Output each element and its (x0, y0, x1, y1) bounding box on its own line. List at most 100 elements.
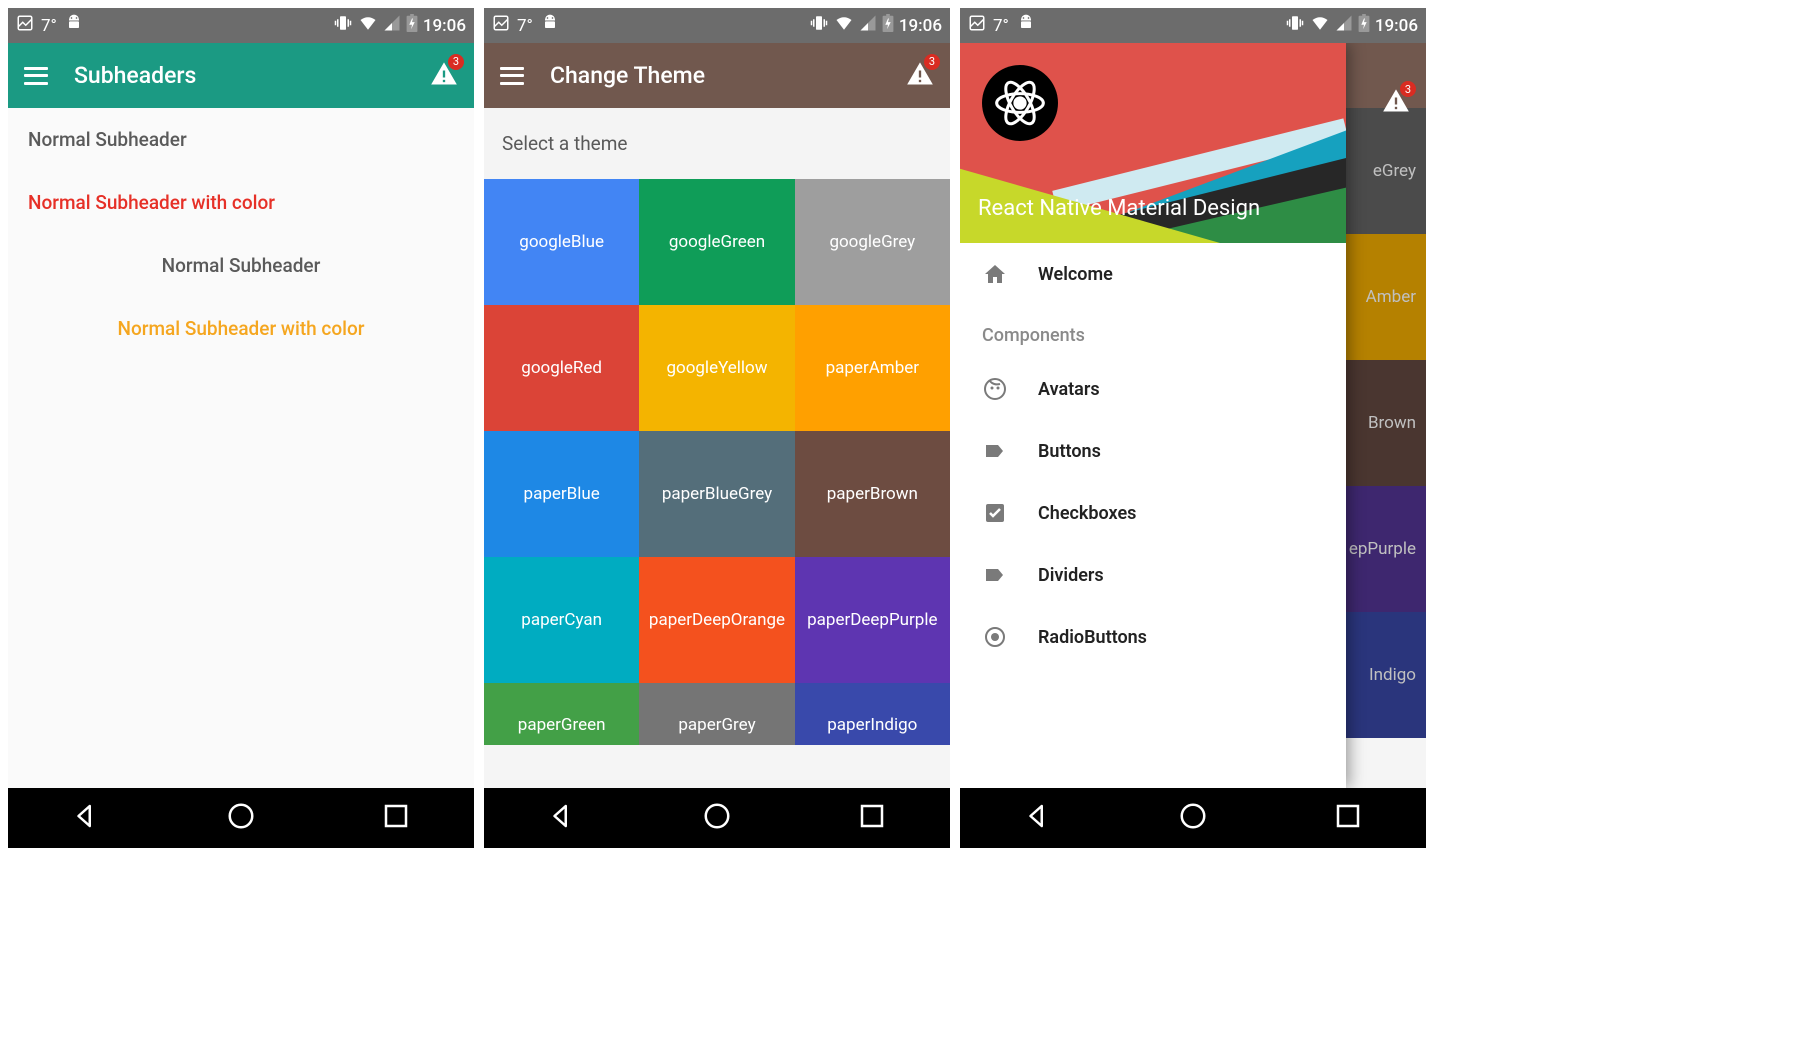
clock: 19:06 (1375, 16, 1418, 36)
clock: 19:06 (899, 16, 942, 36)
wifi-icon (358, 14, 378, 37)
home-icon[interactable] (226, 801, 256, 835)
page-title: Change Theme (550, 62, 880, 89)
recent-icon[interactable] (857, 801, 887, 835)
theme-paperDeepPurple[interactable]: paperDeepPurple (795, 557, 950, 683)
home-icon[interactable] (702, 801, 732, 835)
navigation-drawer: React Native Material Design Welcome Com… (960, 43, 1346, 788)
image-icon (16, 14, 34, 37)
select-theme-label: Select a theme (484, 108, 950, 179)
theme-googleGreen[interactable]: googleGreen (639, 179, 794, 305)
statusbar: 7° 19:06 (960, 8, 1426, 43)
back-icon[interactable] (71, 801, 101, 835)
home-icon[interactable] (1178, 801, 1208, 835)
subheader-normal: Normal Subheader (8, 108, 474, 171)
temperature: 7° (41, 16, 57, 36)
home-icon (982, 261, 1008, 287)
temperature: 7° (993, 16, 1009, 36)
drawer-header: React Native Material Design (960, 43, 1346, 243)
android-icon (1016, 13, 1036, 38)
drawer-subheader-components: Components (960, 305, 1346, 358)
drawer-item-checkboxes[interactable]: Checkboxes (960, 482, 1346, 544)
navbar (960, 788, 1426, 848)
drawer-item-label: Avatars (1038, 379, 1100, 400)
vibrate-icon (1285, 14, 1305, 37)
screen-change-theme: 7° 19:06 Change Theme 3 Select a theme g… (484, 8, 950, 848)
content: eGreyAmberBrownepPurpleIndigo 3 (960, 43, 1426, 788)
clock: 19:06 (423, 16, 466, 36)
android-icon (540, 13, 560, 38)
drawer-item-avatars[interactable]: Avatars (960, 358, 1346, 420)
drawer-item-label: Checkboxes (1038, 503, 1136, 524)
theme-paperGreen[interactable]: paperGreen (484, 683, 639, 745)
face-icon (982, 376, 1008, 402)
drawer-item-label: Buttons (1038, 441, 1101, 462)
image-icon (492, 14, 510, 37)
error-badge[interactable]: 3 (1382, 87, 1410, 119)
recent-icon[interactable] (1333, 801, 1363, 835)
badge-count: 3 (1400, 81, 1416, 97)
badge-count: 3 (448, 54, 464, 70)
screen-drawer: 7° 19:06 eGreyAmberBrownepPurpleIndigo 3 (960, 8, 1426, 848)
react-logo-icon (982, 65, 1058, 141)
drawer-item-welcome[interactable]: Welcome (960, 243, 1346, 305)
menu-icon[interactable] (24, 67, 48, 85)
drawer-item-label: Dividers (1038, 565, 1104, 586)
battery-icon (1358, 14, 1370, 37)
page-title: Subheaders (74, 62, 404, 89)
drawer-item-radiobuttons[interactable]: RadioButtons (960, 606, 1346, 650)
subheader-red: Normal Subheader with color (8, 171, 474, 234)
badge-count: 3 (924, 54, 940, 70)
battery-icon (882, 14, 894, 37)
screen-subheaders: 7° 19:06 Subheaders 3 Normal Subheader N… (8, 8, 474, 848)
appbar: Subheaders 3 (8, 43, 474, 108)
drawer-item-buttons[interactable]: Buttons (960, 420, 1346, 482)
theme-googleBlue[interactable]: googleBlue (484, 179, 639, 305)
theme-paperBlueGrey[interactable]: paperBlueGrey (639, 431, 794, 557)
error-badge[interactable]: 3 (906, 60, 934, 92)
recent-icon[interactable] (381, 801, 411, 835)
theme-paperDeepOrange[interactable]: paperDeepOrange (639, 557, 794, 683)
back-icon[interactable] (547, 801, 577, 835)
theme-googleYellow[interactable]: googleYellow (639, 305, 794, 431)
theme-googleGrey[interactable]: googleGrey (795, 179, 950, 305)
statusbar: 7° 19:06 (8, 8, 474, 43)
drawer-item-dividers[interactable]: Dividers (960, 544, 1346, 606)
image-icon (968, 14, 986, 37)
drawer-item-label: Welcome (1038, 264, 1113, 285)
navbar (8, 788, 474, 848)
wifi-icon (834, 14, 854, 37)
drawer-item-label: RadioButtons (1038, 627, 1147, 648)
wifi-icon (1310, 14, 1330, 37)
back-icon[interactable] (1023, 801, 1053, 835)
signal-icon (859, 14, 877, 37)
theme-paperAmber[interactable]: paperAmber (795, 305, 950, 431)
label-icon (982, 438, 1008, 464)
content: Normal Subheader Normal Subheader with c… (8, 108, 474, 788)
theme-paperBrown[interactable]: paperBrown (795, 431, 950, 557)
signal-icon (383, 14, 401, 37)
android-icon (64, 13, 84, 38)
theme-paperCyan[interactable]: paperCyan (484, 557, 639, 683)
drawer-title: React Native Material Design (978, 196, 1260, 221)
theme-paperGrey[interactable]: paperGrey (639, 683, 794, 745)
radio-icon (982, 624, 1008, 650)
vibrate-icon (809, 14, 829, 37)
error-badge[interactable]: 3 (430, 60, 458, 92)
vibrate-icon (333, 14, 353, 37)
battery-icon (406, 14, 418, 37)
content: Select a theme googleBluegoogleGreengoog… (484, 108, 950, 788)
navbar (484, 788, 950, 848)
check-icon (982, 500, 1008, 526)
statusbar: 7° 19:06 (484, 8, 950, 43)
theme-paperBlue[interactable]: paperBlue (484, 431, 639, 557)
theme-googleRed[interactable]: googleRed (484, 305, 639, 431)
temperature: 7° (517, 16, 533, 36)
appbar: Change Theme 3 (484, 43, 950, 108)
menu-icon[interactable] (500, 67, 524, 85)
theme-paperIndigo[interactable]: paperIndigo (795, 683, 950, 745)
subheader-inset-color: Normal Subheader with color (8, 297, 474, 360)
subheader-inset: Normal Subheader (8, 234, 474, 297)
label-icon (982, 562, 1008, 588)
signal-icon (1335, 14, 1353, 37)
